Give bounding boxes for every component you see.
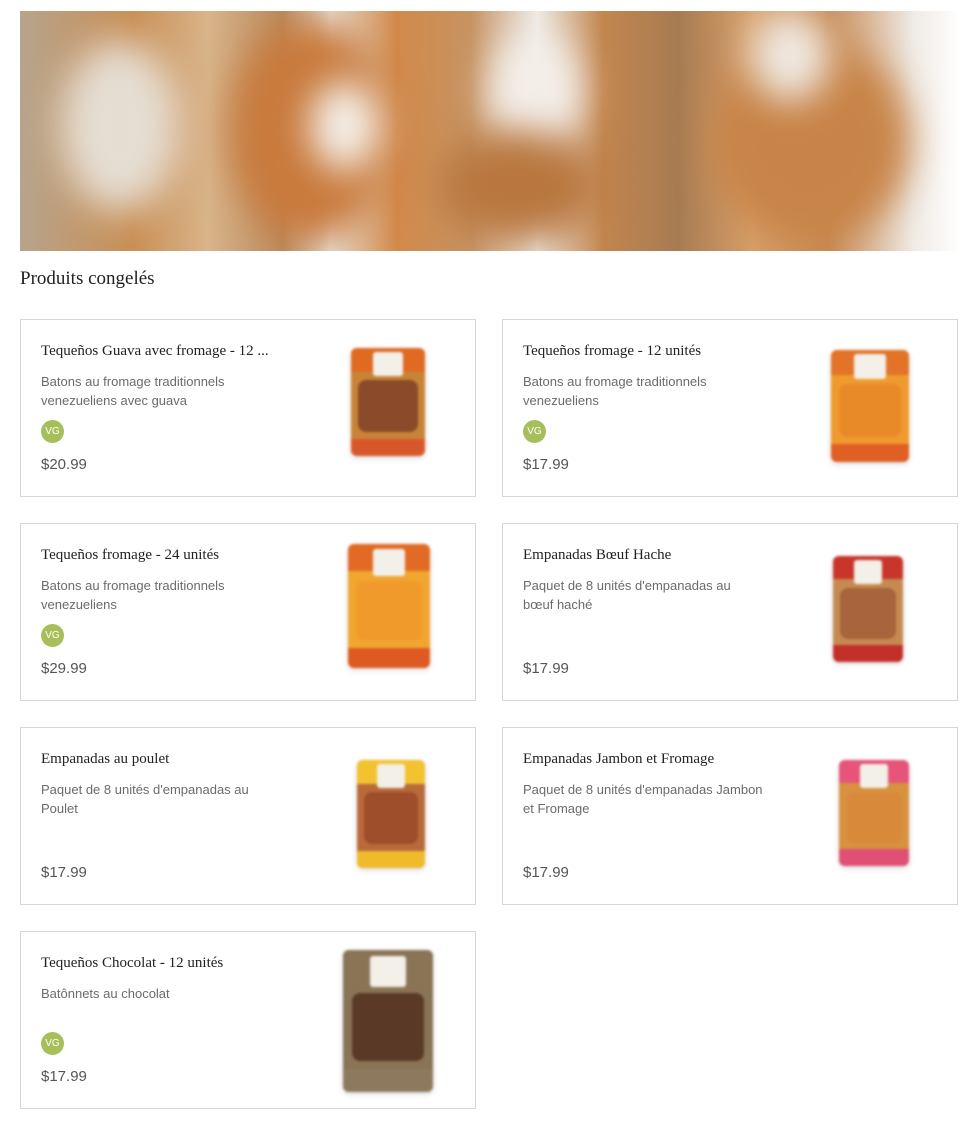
- product-image[interactable]: [343, 950, 433, 1092]
- product-image[interactable]: [839, 760, 909, 866]
- product-name[interactable]: Tequeños fromage - 12 unités: [523, 343, 783, 360]
- product-price: $17.99: [523, 456, 569, 473]
- product-card-empanadas-beef[interactable]: Empanadas Bœuf Hache Paquet de 8 unités …: [502, 523, 958, 701]
- product-name[interactable]: Tequeños Chocolat - 12 unités: [41, 955, 301, 972]
- product-image[interactable]: [351, 348, 425, 456]
- product-price: $20.99: [41, 456, 87, 473]
- product-image[interactable]: [357, 760, 425, 868]
- product-image[interactable]: [348, 544, 430, 668]
- product-description: Paquet de 8 unités d'empanadas au Poulet: [41, 782, 249, 816]
- product-price: $29.99: [41, 660, 87, 677]
- vegetarian-badge-icon: VG: [523, 420, 546, 443]
- product-image[interactable]: [831, 350, 909, 462]
- product-description: Batons au fromage traditionnels venezuel…: [41, 578, 225, 612]
- product-card-tequenos-guava[interactable]: Tequeños Guava avec fromage - 12 ... Bat…: [20, 319, 476, 497]
- product-name[interactable]: Tequeños fromage - 24 unités: [41, 547, 301, 564]
- vegetarian-badge-icon: VG: [41, 420, 64, 443]
- vegetarian-badge-icon: VG: [41, 624, 64, 647]
- product-description: Batons au fromage traditionnels venezuel…: [41, 374, 225, 408]
- product-card-empanadas-ham-cheese[interactable]: Empanadas Jambon et Fromage Paquet de 8 …: [502, 727, 958, 905]
- product-price: $17.99: [41, 864, 87, 881]
- product-price: $17.99: [41, 1068, 87, 1085]
- product-card-tequenos-chocolate[interactable]: Tequeños Chocolat - 12 unités Batônnets …: [20, 931, 476, 1109]
- product-card-tequenos-cheese-12[interactable]: Tequeños fromage - 12 unités Batons au f…: [502, 319, 958, 497]
- product-name[interactable]: Empanadas Bœuf Hache: [523, 547, 783, 564]
- product-card-empanadas-chicken[interactable]: Empanadas au poulet Paquet de 8 unités d…: [20, 727, 476, 905]
- product-name[interactable]: Empanadas au poulet: [41, 751, 301, 768]
- product-description: Batons au fromage traditionnels venezuel…: [523, 374, 707, 408]
- product-description: Paquet de 8 unités d'empanadas au bœuf h…: [523, 578, 731, 612]
- product-price: $17.99: [523, 660, 569, 677]
- section-title: Produits congelés: [20, 268, 155, 289]
- product-name[interactable]: Tequeños Guava avec fromage - 12 ...: [41, 343, 301, 360]
- hero-banner-image: [20, 11, 960, 251]
- product-card-tequenos-cheese-24[interactable]: Tequeños fromage - 24 unités Batons au f…: [20, 523, 476, 701]
- product-description: Paquet de 8 unités d'empanadas Jambon et…: [523, 782, 763, 816]
- product-name[interactable]: Empanadas Jambon et Fromage: [523, 751, 783, 768]
- vegetarian-badge-icon: VG: [41, 1032, 64, 1055]
- product-image[interactable]: [833, 556, 903, 662]
- product-description: Batônnets au chocolat: [41, 986, 170, 1001]
- product-price: $17.99: [523, 864, 569, 881]
